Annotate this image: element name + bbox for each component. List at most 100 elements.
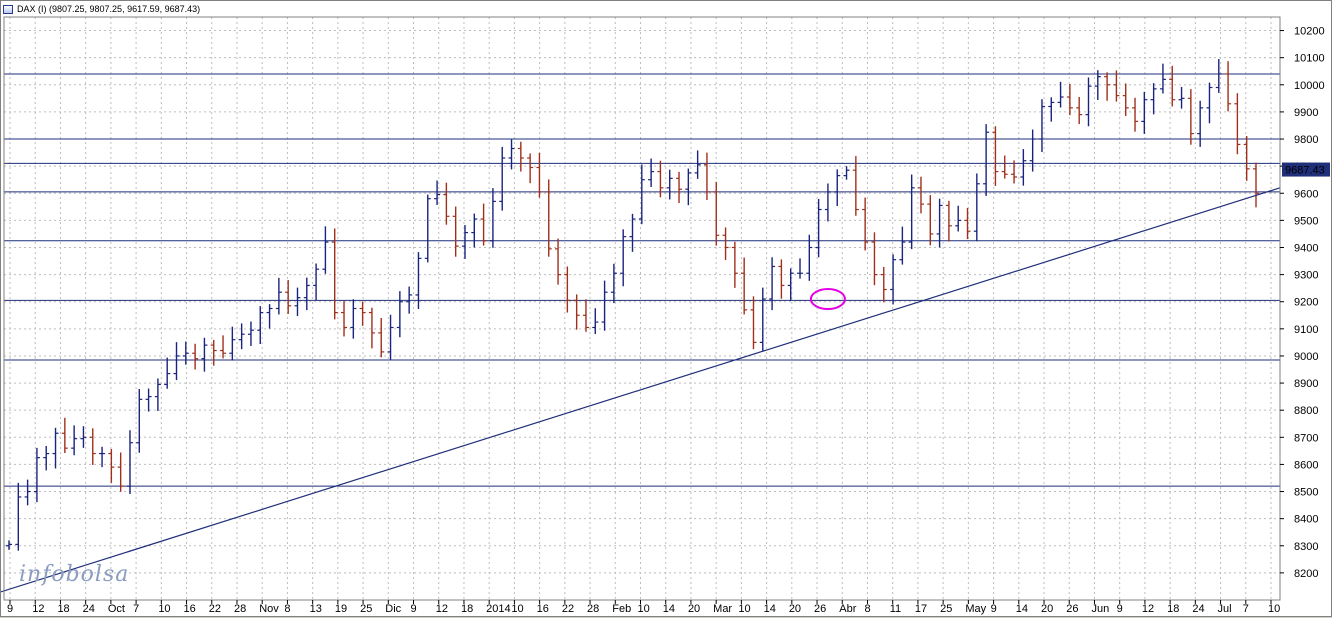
ohlc-bar	[1122, 83, 1129, 116]
x-tick-label: Jul	[1218, 603, 1232, 615]
ohlc-bar	[1066, 83, 1073, 116]
x-tick-label: 18	[461, 603, 473, 615]
ohlc-bar	[694, 150, 701, 179]
ohlc-bar	[1029, 129, 1036, 172]
x-tick-label: 24	[83, 603, 95, 615]
ohlc-bar	[573, 294, 580, 330]
y-tick-label: 9500	[1294, 215, 1318, 227]
y-tick-label: 9800	[1294, 134, 1318, 146]
x-tick-label: 9	[991, 603, 997, 615]
ohlc-bar	[368, 307, 375, 349]
ohlc-bar	[620, 229, 627, 287]
ohlc-bar	[899, 226, 906, 265]
ohlc-bar	[973, 173, 980, 242]
ohlc-bar	[285, 280, 292, 314]
ohlc-bar	[1159, 63, 1166, 94]
ohlc-bar	[852, 156, 859, 216]
ohlc-bar	[508, 139, 515, 170]
ohlc-bar	[52, 427, 59, 469]
x-tick-label: 10	[158, 603, 170, 615]
ohlc-bar	[126, 430, 133, 494]
ohlc-bar	[536, 152, 543, 198]
y-tick-label: 8900	[1294, 378, 1318, 390]
ohlc-bar	[787, 268, 794, 301]
ohlc-bar	[108, 448, 115, 483]
ohlc-bar	[955, 205, 962, 232]
x-tick-label: May	[965, 603, 986, 615]
ohlc-bar	[666, 169, 673, 200]
y-tick-label: 8600	[1294, 459, 1318, 471]
ohlc-bar	[1132, 97, 1139, 132]
ohlc-bar	[1057, 81, 1064, 108]
x-tick-label: 14	[764, 603, 776, 615]
x-tick-label: 8	[864, 603, 870, 615]
ohlc-bar	[24, 479, 31, 506]
y-tick-label: 9000	[1294, 351, 1318, 363]
x-tick-label: 8	[284, 603, 290, 615]
ohlc-bar	[313, 263, 320, 301]
ohlc-bar	[750, 296, 757, 350]
x-tick-label: 9	[7, 603, 13, 615]
x-tick-label: 24	[1192, 603, 1204, 615]
chart-window: DAX (I) (9807.25, 9807.25, 9617.59, 9687…	[0, 0, 1332, 617]
ohlc-bar	[917, 176, 924, 214]
x-tick-label: 28	[234, 603, 246, 615]
x-axis-labels: 9 12 18 24 Oct 7 10 16 22 28 Nov 8 13 19 25 Dic 9 12 18 201…	[7, 603, 1280, 615]
ohlc-bar	[1206, 82, 1213, 124]
ohlc-bar	[1169, 65, 1176, 107]
ohlc-bar	[1150, 83, 1157, 115]
x-tick-label: 9	[1117, 603, 1123, 615]
x-tick-label: 20	[688, 603, 700, 615]
ohlc-bar	[1020, 149, 1027, 186]
y-tick-label: 8500	[1294, 487, 1318, 499]
ohlc-bar	[629, 213, 636, 252]
ohlc-bar	[1243, 136, 1250, 181]
ohlc-bar	[797, 258, 804, 279]
ohlc-bar	[759, 287, 766, 352]
x-tick-label: 16	[184, 603, 196, 615]
ohlc-bar	[610, 263, 617, 304]
highlight-ellipse	[809, 288, 846, 311]
ohlc-bar	[424, 194, 431, 263]
ohlc-bar	[322, 226, 329, 274]
x-tick-label: 22	[209, 603, 221, 615]
x-tick-label: 25	[940, 603, 952, 615]
x-tick-label: 20	[1041, 603, 1053, 615]
y-tick-label: 9600	[1294, 188, 1318, 200]
x-tick-label: 16	[537, 603, 549, 615]
ohlc-bar	[89, 428, 96, 465]
y-tick-label: 8400	[1294, 514, 1318, 526]
y-tick-label: 9300	[1294, 270, 1318, 282]
ohlc-bar	[638, 164, 645, 225]
x-tick-label: 13	[310, 603, 322, 615]
x-tick-label: Mar	[713, 603, 732, 615]
ohlc-bar	[43, 445, 50, 471]
ohlc-bar	[480, 203, 487, 246]
ohlc-bar	[880, 267, 887, 303]
y-tick-label: 9400	[1294, 242, 1318, 254]
x-tick-label: 10	[1268, 603, 1280, 615]
ohlc-bar	[1197, 100, 1204, 147]
x-tick-label: 7	[1243, 603, 1249, 615]
ohlc-bar	[6, 540, 12, 550]
ohlc-bar	[592, 308, 599, 334]
x-tick-label: 12	[1142, 603, 1154, 615]
x-tick-label: 2014	[486, 603, 510, 615]
x-tick-label: Nov	[259, 603, 279, 615]
x-tick-label: 18	[1167, 603, 1179, 615]
ohlc-bar	[452, 206, 459, 257]
x-tick-label: 22	[562, 603, 574, 615]
x-tick-label: Jun	[1091, 603, 1109, 615]
ohlc-bar	[359, 301, 366, 326]
ohlc-bar	[238, 323, 245, 350]
ohlc-bar	[1076, 96, 1083, 125]
x-tick-label: 28	[587, 603, 599, 615]
x-tick-label: 10	[738, 603, 750, 615]
x-tick-label: 14	[663, 603, 675, 615]
ohlc-bar	[71, 425, 78, 456]
ohlc-bar	[964, 207, 971, 240]
ohlc-bar	[350, 299, 357, 339]
y-tick-label: 10000	[1294, 80, 1325, 92]
y-tick-label: 9200	[1294, 297, 1318, 309]
ohlc-bar	[461, 224, 468, 259]
